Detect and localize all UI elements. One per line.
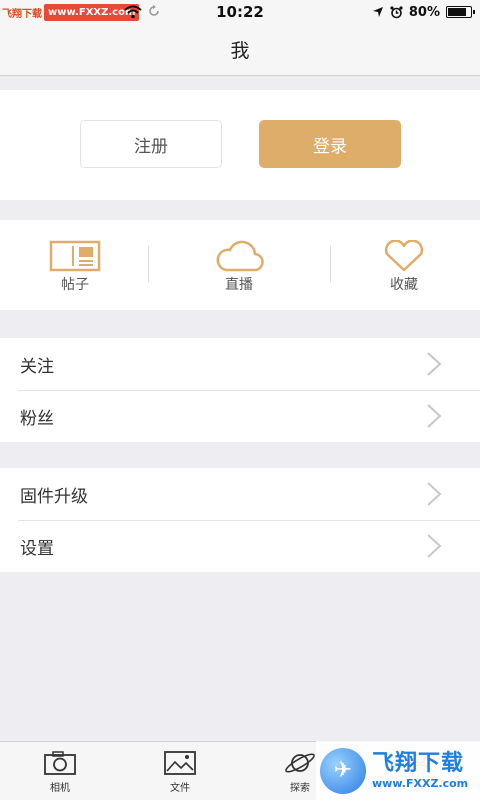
feature-live[interactable]: 直播: [179, 220, 299, 310]
postcard-icon: [49, 240, 101, 272]
alarm-icon: [390, 5, 403, 18]
list-item-firmware-upgrade[interactable]: 固件升级: [0, 468, 480, 520]
list-group-device: 固件升级 设置: [0, 468, 480, 572]
chevron-right-icon: [427, 482, 442, 506]
feature-live-label: 直播: [225, 277, 253, 293]
image-icon: [164, 751, 196, 775]
planet-icon: [285, 753, 315, 773]
list-item-label: 固件升级: [20, 486, 88, 507]
list-item-label: 设置: [20, 538, 54, 559]
watermark-text-block: 飞翔下载 www.FXXZ.com: [372, 751, 468, 790]
feature-posts[interactable]: 帖子: [15, 220, 135, 310]
list-item-label: 关注: [20, 356, 54, 377]
tab-camera-label: 相机: [50, 783, 70, 794]
list-item-label: 粉丝: [20, 408, 54, 429]
watermark-url: www.FXXZ.com: [372, 777, 469, 790]
register-button[interactable]: 注册: [80, 120, 222, 168]
chevron-right-icon: [427, 404, 442, 428]
page-title: 我: [230, 40, 250, 62]
status-right: 80%: [372, 3, 475, 21]
status-bar: 飞翔下载 www.FXXZ.com 10:22 80%: [0, 0, 480, 24]
feature-posts-label: 帖子: [61, 277, 89, 293]
nav-bar: 我: [0, 24, 480, 76]
battery-percent: 80%: [408, 4, 440, 20]
tab-camera[interactable]: 相机: [0, 742, 120, 800]
tab-files-label: 文件: [170, 783, 190, 794]
list-group-social: 关注 粉丝: [0, 338, 480, 442]
list-item-settings[interactable]: 设置: [0, 520, 480, 572]
auth-card: 注册 登录: [0, 90, 480, 200]
divider: [148, 246, 149, 282]
location-icon: [372, 7, 383, 17]
watermark-brand: 飞翔下载: [372, 751, 465, 776]
cloud-icon: [216, 240, 264, 272]
tab-files[interactable]: 文件: [120, 742, 240, 800]
heart-icon: [384, 240, 424, 272]
chevron-right-icon: [427, 352, 442, 376]
feature-favorites[interactable]: 收藏: [344, 220, 464, 310]
battery-icon: [446, 6, 475, 18]
divider: [330, 246, 331, 282]
watermark-overlay: ✈ 飞翔下载 www.FXXZ.com: [316, 741, 480, 800]
tab-explore-label: 探索: [290, 783, 310, 794]
list-item-followers[interactable]: 粉丝: [0, 390, 480, 442]
feature-favorites-label: 收藏: [390, 277, 418, 293]
list-item-following[interactable]: 关注: [0, 338, 480, 390]
feature-row: 帖子 直播 收藏: [0, 220, 480, 310]
camera-icon: [44, 751, 76, 775]
login-button[interactable]: 登录: [259, 120, 401, 168]
chevron-right-icon: [427, 534, 442, 558]
watermark-logo: ✈: [320, 747, 366, 794]
